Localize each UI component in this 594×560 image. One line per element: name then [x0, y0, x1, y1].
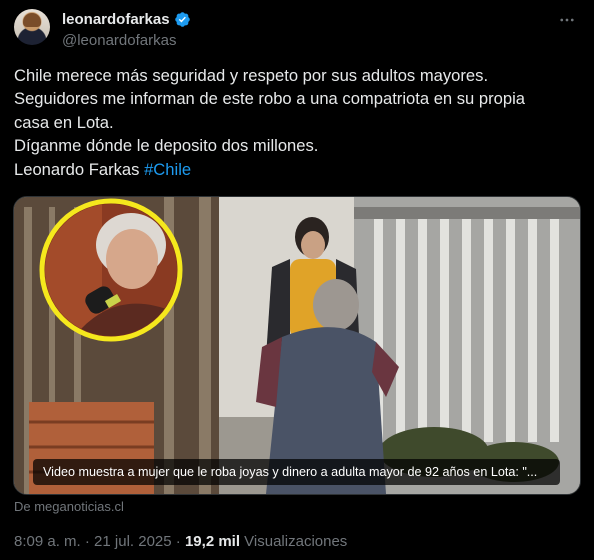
author-name-row: leonardofarkas [62, 11, 191, 28]
tweet-line: Chile merece más seguridad y respeto por… [14, 66, 489, 85]
tweet-text: Chile merece más seguridad y respeto por… [14, 64, 580, 181]
tweet-line: casa en Lota. [14, 112, 114, 132]
tweet-line-signature: Leonardo Farkas #Chile [14, 158, 580, 181]
video-caption: Video muestra a mujer que le roba joyas … [33, 459, 560, 485]
author-avatar[interactable] [14, 9, 50, 45]
more-options-icon[interactable] [554, 9, 580, 31]
meta-separator: · [80, 533, 95, 550]
media-card[interactable]: Video muestra a mujer que le roba joyas … [13, 196, 581, 495]
verified-badge-icon [174, 12, 190, 27]
video-thumbnail [14, 197, 580, 494]
tweet-meta: 8:09 a. m. · 21 jul. 2025 · 19,2 mil Vis… [14, 533, 347, 550]
tweet-header: leonardofarkas @leonardofarkas [14, 9, 580, 53]
meta-separator: · [171, 533, 185, 550]
tweet-date[interactable]: 21 jul. 2025 [94, 533, 172, 550]
tweet-time[interactable]: 8:09 a. m. [14, 533, 81, 550]
tweet-line: Díganme dónde le deposito dos millones. [14, 136, 319, 156]
media-source[interactable]: De meganoticias.cl [14, 499, 124, 514]
author-display-name[interactable]: leonardofarkas [62, 11, 170, 28]
hashtag-link[interactable]: #Chile [144, 160, 191, 179]
author-handle[interactable]: @leonardofarkas [62, 32, 176, 49]
views-count: 19,2 mil [184, 533, 241, 550]
tweet-line: Seguidores me informan de este robo a un… [14, 89, 526, 109]
signature-text: Leonardo Farkas [14, 159, 145, 179]
views-label: Visualizaciones [240, 533, 348, 550]
